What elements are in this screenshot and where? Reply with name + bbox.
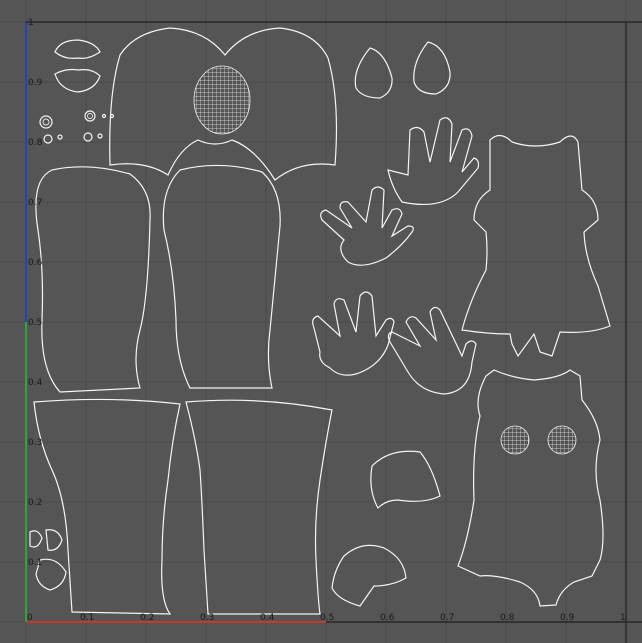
uv-shell-arm-right[interactable]	[162, 164, 281, 389]
uv-shell-foot-upper[interactable]	[370, 450, 441, 509]
v-tick-label: 0.2	[28, 498, 42, 508]
u-tick-label: 0.5	[320, 613, 334, 623]
uv-shell-lip-upper[interactable]	[54, 39, 101, 59]
uv-shell-eye-rings[interactable]	[39, 110, 115, 144]
v-tick-label: 0.4	[28, 378, 43, 388]
u-tick-label: 0.9	[560, 613, 575, 623]
uv-grid	[0, 0, 642, 643]
uv-shell-foot-lower[interactable]	[331, 544, 407, 607]
uv-shell-lip-lower[interactable]	[54, 68, 101, 93]
uv-shell-leg-left[interactable]	[33, 398, 181, 615]
uv-shell-torso-back[interactable]	[461, 134, 611, 358]
uv-shell-hand-upper-right[interactable]	[387, 117, 480, 205]
uv-shell-hand-lower-left[interactable]	[312, 291, 395, 376]
uv-shell-hand-lower-right[interactable]	[387, 306, 477, 395]
u-tick-label: 0.6	[380, 613, 395, 623]
u-tick-label: 0.2	[140, 613, 154, 623]
u-tick-label: 0.8	[500, 613, 515, 623]
u-tick-label: 0.3	[200, 613, 214, 623]
uv-shell-ear-right[interactable]	[413, 41, 451, 95]
v-tick-label: 0.6	[28, 258, 43, 268]
u-tick-label: 0.7	[440, 613, 454, 623]
u-tick-label: 0.1	[80, 613, 94, 623]
u-tick-label: 1	[620, 613, 626, 623]
uv-shell-arm-left[interactable]	[35, 166, 151, 393]
v-tick-label: 0.9	[28, 78, 43, 88]
uv-canvas[interactable]: 0 0.1 0.2 0.3 0.4 0.5 0.6 0.7 0.8 0.9 1 0.1 0.2 0.3 0.…	[0, 0, 642, 643]
uv-editor-viewport[interactable]: 0 0.1 0.2 0.3 0.4 0.5 0.6 0.7 0.8 0.9 1 0.1 0.2 0.3 0.…	[0, 0, 642, 643]
v-tick-label: 0.5	[28, 318, 42, 328]
uv-shell-ear-left[interactable]	[354, 47, 393, 99]
v-tick-label: 0.1	[28, 558, 42, 568]
v-tick-label: 0.7	[28, 198, 42, 208]
uv-shell-torso-front[interactable]	[457, 369, 604, 607]
v-tick-label: 0.8	[28, 138, 43, 148]
v-tick-label: 0.3	[28, 438, 42, 448]
v-tick-label: 1	[28, 18, 34, 28]
uv-shell-leg-right[interactable]	[185, 399, 333, 615]
u-tick-label: 0.4	[260, 613, 275, 623]
u-tick-label: 0	[27, 613, 33, 623]
